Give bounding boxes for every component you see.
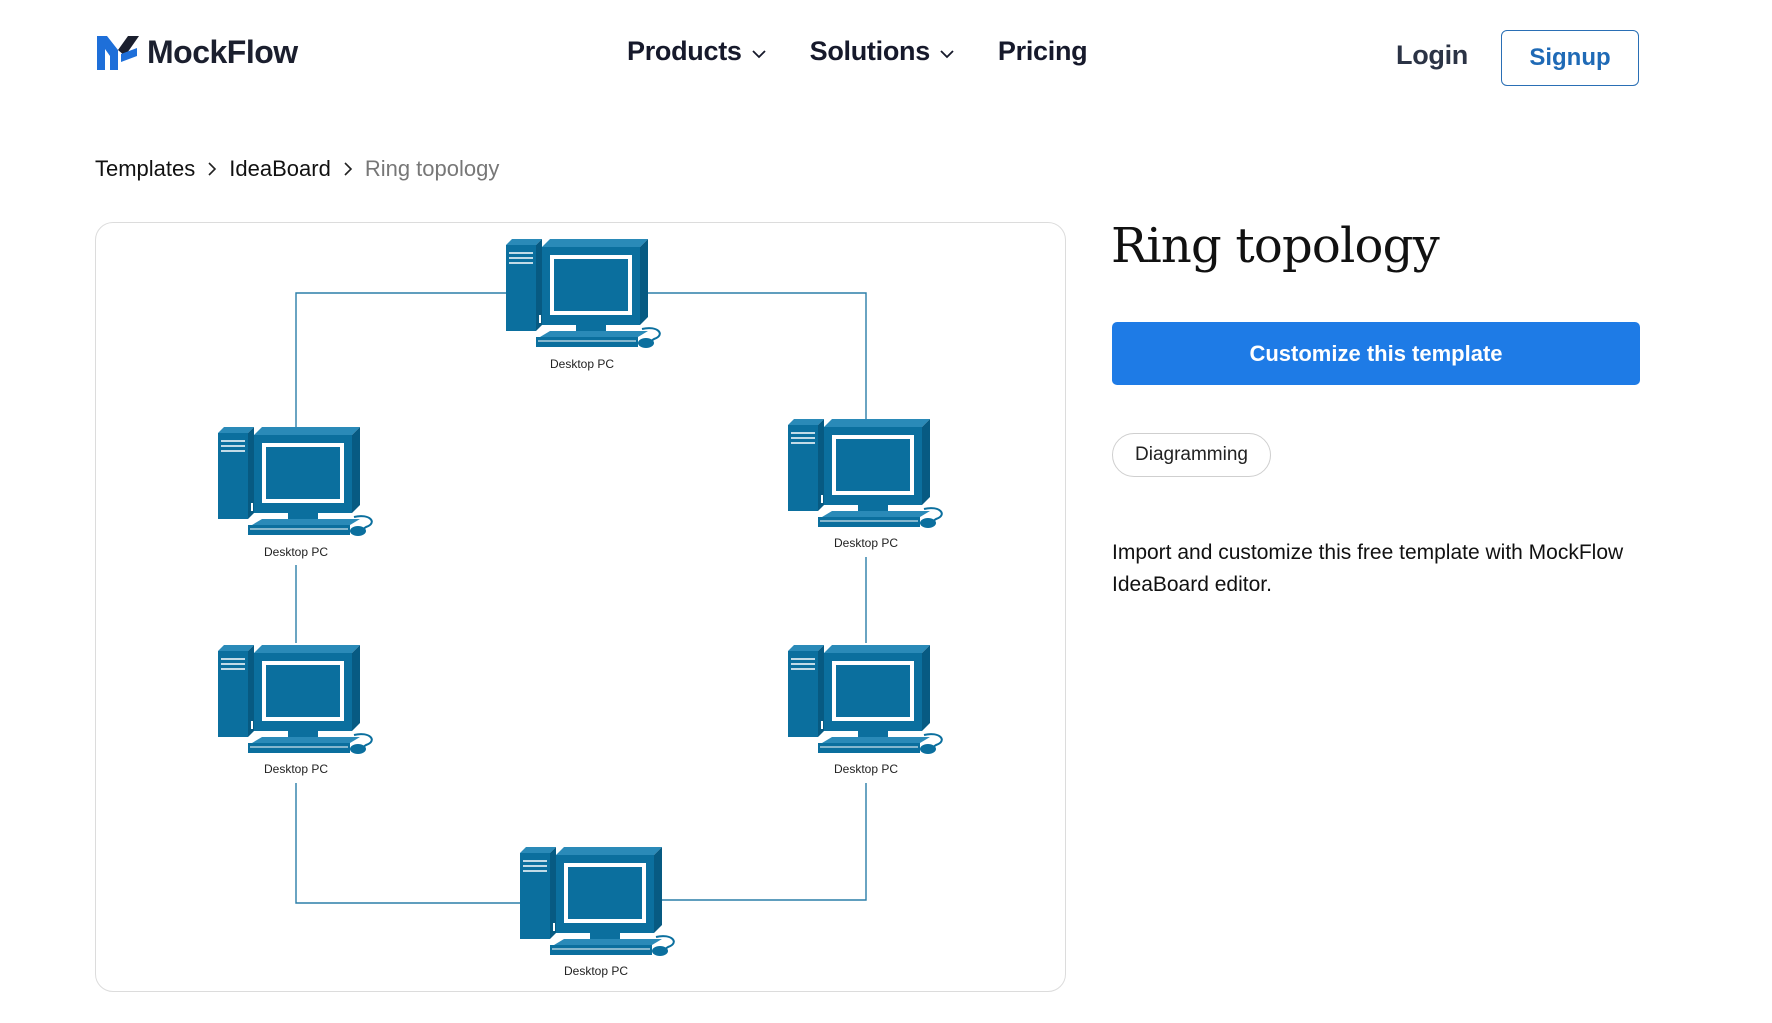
node-label: Desktop PC (264, 545, 328, 559)
logo-text: MockFlow (147, 34, 298, 70)
template-description: Import and customize this free template … (1112, 541, 1624, 596)
ring-topology-diagram: Desktop PC Desktop PC Desktop PC Desktop… (217, 238, 943, 978)
node-label: Desktop PC (564, 964, 628, 978)
nav-products-label: Products (627, 36, 742, 66)
desktop-pc-lower-left[interactable] (217, 644, 373, 755)
breadcrumb-templates[interactable]: Templates (95, 156, 195, 182)
customize-template-button[interactable]: Customize this template (1112, 322, 1640, 385)
chevron-right-icon (208, 162, 217, 176)
nav-pricing[interactable]: Pricing (997, 36, 1088, 67)
nav-pricing-label: Pricing (997, 36, 1088, 66)
ring-links (295, 292, 867, 904)
node-label: Desktop PC (264, 762, 328, 776)
chevron-right-icon (344, 162, 352, 176)
signup-button[interactable]: Signup (1501, 30, 1639, 86)
mockflow-logo-icon (97, 35, 139, 70)
breadcrumb-current: Ring topology (364, 156, 500, 181)
desktop-pc-bottom[interactable] (519, 846, 675, 957)
desktop-pc-top[interactable] (505, 238, 661, 349)
desktop-pc-upper-right[interactable] (787, 418, 943, 529)
category-tag[interactable]: Diagramming (1112, 433, 1271, 477)
login-link[interactable]: Login (1396, 40, 1468, 71)
template-preview[interactable]: Desktop PC Desktop PC Desktop PC Desktop… (95, 222, 1066, 992)
nav-solutions[interactable]: Solutions (810, 36, 954, 67)
node-label: Desktop PC (550, 357, 614, 371)
site-header: MockFlow Products Solutions Pricing Logi… (0, 0, 1772, 110)
node-label: Desktop PC (834, 536, 898, 550)
breadcrumb-ideaboard[interactable]: IdeaBoard (229, 156, 331, 182)
nav-products[interactable]: Products (627, 36, 766, 67)
template-title: Ring topology (1111, 218, 1440, 274)
node-label: Desktop PC (834, 762, 898, 776)
chevron-down-icon (751, 49, 766, 58)
chevron-down-icon (940, 49, 954, 58)
mockflow-logo[interactable]: MockFlow (97, 34, 298, 71)
breadcrumb: Templates IdeaBoard Ring topology (95, 156, 499, 182)
main-nav: Products Solutions Pricing (627, 36, 1131, 67)
desktop-pc-upper-left[interactable] (217, 426, 373, 537)
desktop-pc-lower-right[interactable] (787, 644, 943, 755)
nav-solutions-label: Solutions (809, 36, 931, 66)
